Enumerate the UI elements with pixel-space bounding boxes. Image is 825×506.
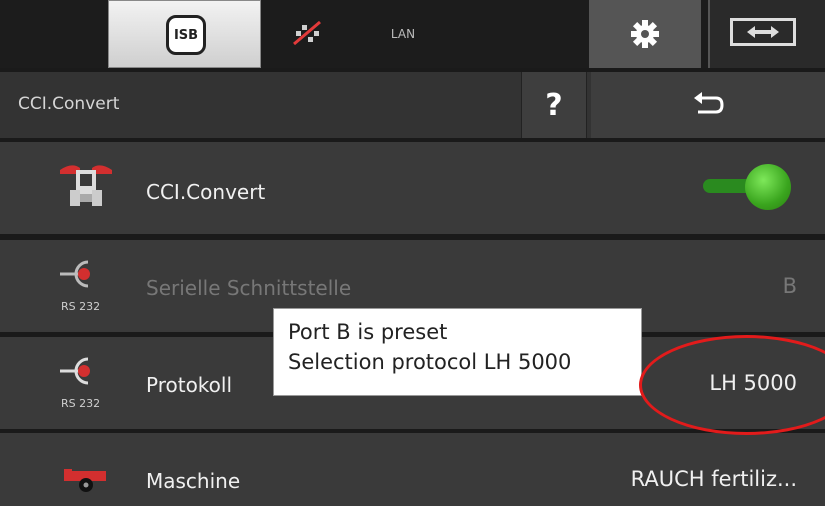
gps-off-icon bbox=[293, 20, 321, 46]
rs232-icon: RS 232 bbox=[56, 353, 116, 423]
annotation-callout: Port B is preset Selection protocol LH 5… bbox=[273, 308, 642, 396]
machine-value: RAUCH fertiliz... bbox=[630, 467, 797, 491]
list-item-cci-convert[interactable]: CCI.Convert bbox=[0, 142, 825, 234]
cci-convert-toggle[interactable] bbox=[745, 164, 791, 210]
protocol-label: Protokoll bbox=[146, 373, 233, 397]
tractor-icon bbox=[60, 165, 112, 206]
lan-tab[interactable]: LAN bbox=[358, 0, 448, 68]
help-button[interactable]: ? bbox=[521, 72, 587, 138]
screen-switch-tab[interactable] bbox=[708, 0, 825, 68]
serial-port-value: B bbox=[782, 274, 797, 298]
callout-line-2: Selection protocol LH 5000 bbox=[288, 350, 572, 374]
isb-tab[interactable]: ISB bbox=[108, 0, 261, 68]
cci-convert-label: CCI.Convert bbox=[146, 180, 266, 204]
gps-tab[interactable] bbox=[262, 0, 358, 68]
screen-switch-icon bbox=[730, 18, 796, 46]
rs232-text: RS 232 bbox=[61, 397, 101, 410]
machine-label: Maschine bbox=[146, 469, 241, 493]
callout-line-1: Port B is preset bbox=[288, 320, 448, 344]
back-arrow-icon bbox=[694, 92, 724, 114]
top-tab-bar: ISB LAN bbox=[0, 0, 825, 68]
serial-port-label: Serielle Schnittstelle bbox=[146, 276, 352, 300]
lan-label: LAN bbox=[390, 27, 416, 41]
gear-icon bbox=[631, 20, 659, 48]
rs232-icon: RS 232 bbox=[56, 256, 116, 326]
back-button[interactable] bbox=[591, 72, 825, 138]
page-title: CCI.Convert bbox=[18, 94, 120, 114]
isb-icon: ISB bbox=[166, 15, 206, 55]
trailer-icon bbox=[64, 469, 106, 492]
list-item-machine[interactable]: Maschine RAUCH fertiliz... bbox=[0, 433, 825, 506]
rs232-text: RS 232 bbox=[61, 300, 101, 313]
settings-tab[interactable] bbox=[589, 0, 701, 68]
